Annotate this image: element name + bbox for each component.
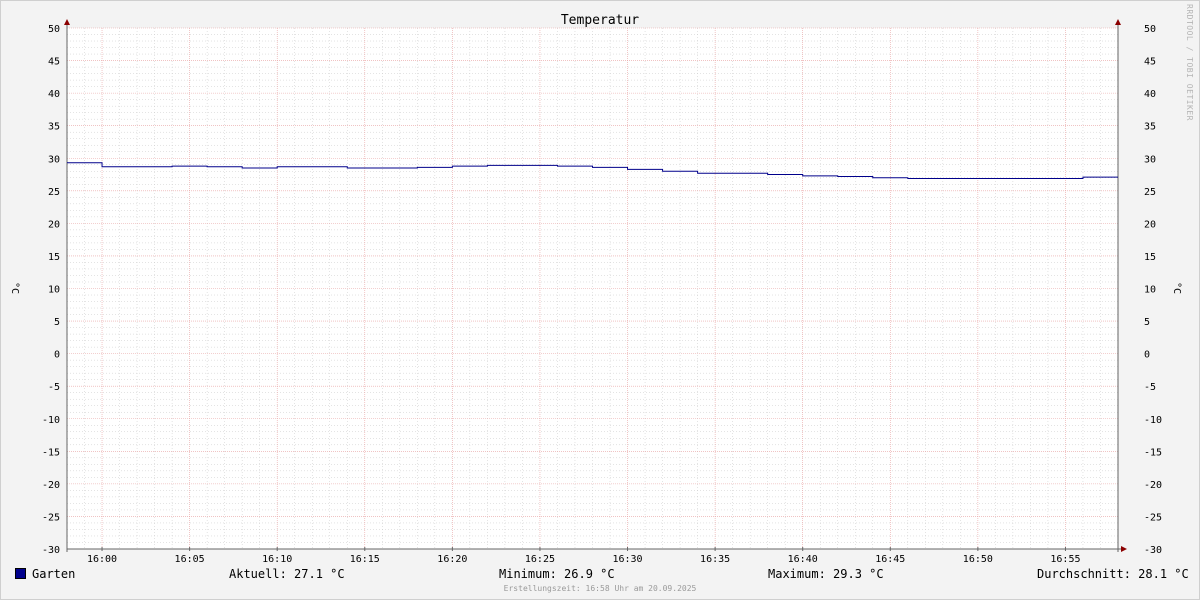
y-tick-label: 20 <box>48 219 60 230</box>
creation-time: Erstellungszeit: 16:58 Uhr am 20.09.2025 <box>503 584 697 593</box>
y-tick-label-right: -10 <box>1144 415 1162 426</box>
y-tick-label: -10 <box>42 415 60 426</box>
y-tick-label: 15 <box>48 252 60 263</box>
y-tick-label-right: -20 <box>1144 480 1162 491</box>
y-tick-label-right: 35 <box>1144 122 1156 133</box>
legend-series-name: Garten <box>32 567 76 581</box>
y-tick-label-right: 45 <box>1144 57 1156 68</box>
y-tick-label-right: 0 <box>1144 350 1150 361</box>
y-tick-label: 35 <box>48 122 60 133</box>
y-tick-label: 25 <box>48 187 60 198</box>
y-tick-label-right: 25 <box>1144 187 1156 198</box>
y-tick-label: 0 <box>54 350 60 361</box>
x-tick-label: 16:05 <box>175 554 205 565</box>
legend-swatch <box>15 568 26 579</box>
y-tick-label-right: -5 <box>1144 382 1156 393</box>
watermark: RRDTOOL / TOBI OETIKER <box>1185 4 1194 121</box>
legend-maximum: Maximum: 29.3 °C <box>768 567 884 581</box>
y-tick-label-right: -15 <box>1144 447 1162 458</box>
x-tick-label: 16:00 <box>87 554 117 565</box>
legend: Garten Aktuell: 27.1 °C Minimum: 26.9 °C… <box>0 567 1200 585</box>
arrow-icon <box>64 19 70 25</box>
x-tick-label: 16:45 <box>875 554 905 565</box>
y-tick-label-right: -30 <box>1144 545 1162 556</box>
x-tick-label: 16:35 <box>700 554 730 565</box>
y-tick-label: -15 <box>42 447 60 458</box>
x-tick-label: 16:20 <box>437 554 467 565</box>
y-tick-label: 5 <box>54 317 60 328</box>
y-tick-label-right: 20 <box>1144 219 1156 230</box>
y-tick-label: 45 <box>48 57 60 68</box>
arrow-icon <box>1121 546 1127 552</box>
y-tick-label-right: 10 <box>1144 285 1156 296</box>
x-tick-label: 16:50 <box>963 554 993 565</box>
y-tick-label-right: 40 <box>1144 89 1156 100</box>
legend-average: Durchschnitt: 28.1 °C <box>1037 567 1189 581</box>
y-tick-label: -25 <box>42 512 60 523</box>
x-tick-label: 16:10 <box>262 554 292 565</box>
y-tick-label: -20 <box>42 480 60 491</box>
x-tick-label: 16:30 <box>612 554 642 565</box>
x-tick-label: 16:25 <box>525 554 555 565</box>
temperature-chart: Temperatur 50 5045 4540 4035 3530 3025 2520 201… <box>9 13 1182 565</box>
y-axis-label-right: °C <box>1171 282 1182 294</box>
y-tick-label-right: -25 <box>1144 512 1162 523</box>
y-tick-label-right: 5 <box>1144 317 1150 328</box>
y-tick-label: 50 <box>48 24 60 35</box>
y-tick-label: 30 <box>48 154 60 165</box>
x-tick-label: 16:15 <box>350 554 380 565</box>
x-tick-label: 16:55 <box>1050 554 1080 565</box>
y-tick-label: -30 <box>42 545 60 556</box>
arrow-icon <box>1115 19 1121 25</box>
y-tick-label-right: 30 <box>1144 154 1156 165</box>
y-axis-label-left: °C <box>9 282 20 294</box>
legend-minimum: Minimum: 26.9 °C <box>499 567 615 581</box>
legend-current: Aktuell: 27.1 °C <box>229 567 345 581</box>
y-tick-label-right: 50 <box>1144 24 1156 35</box>
y-tick-label: -5 <box>48 382 60 393</box>
x-tick-label: 16:40 <box>788 554 818 565</box>
legend-series: Garten <box>15 567 75 581</box>
x-tick-labels: 16:00 16:05 16:10 16:15 16:20 16:25 16:30 16:35… <box>87 554 1081 565</box>
y-tick-label: 40 <box>48 89 60 100</box>
y-tick-label: 10 <box>48 285 60 296</box>
chart-title: Temperatur <box>561 13 639 28</box>
y-tick-label-right: 15 <box>1144 252 1156 263</box>
